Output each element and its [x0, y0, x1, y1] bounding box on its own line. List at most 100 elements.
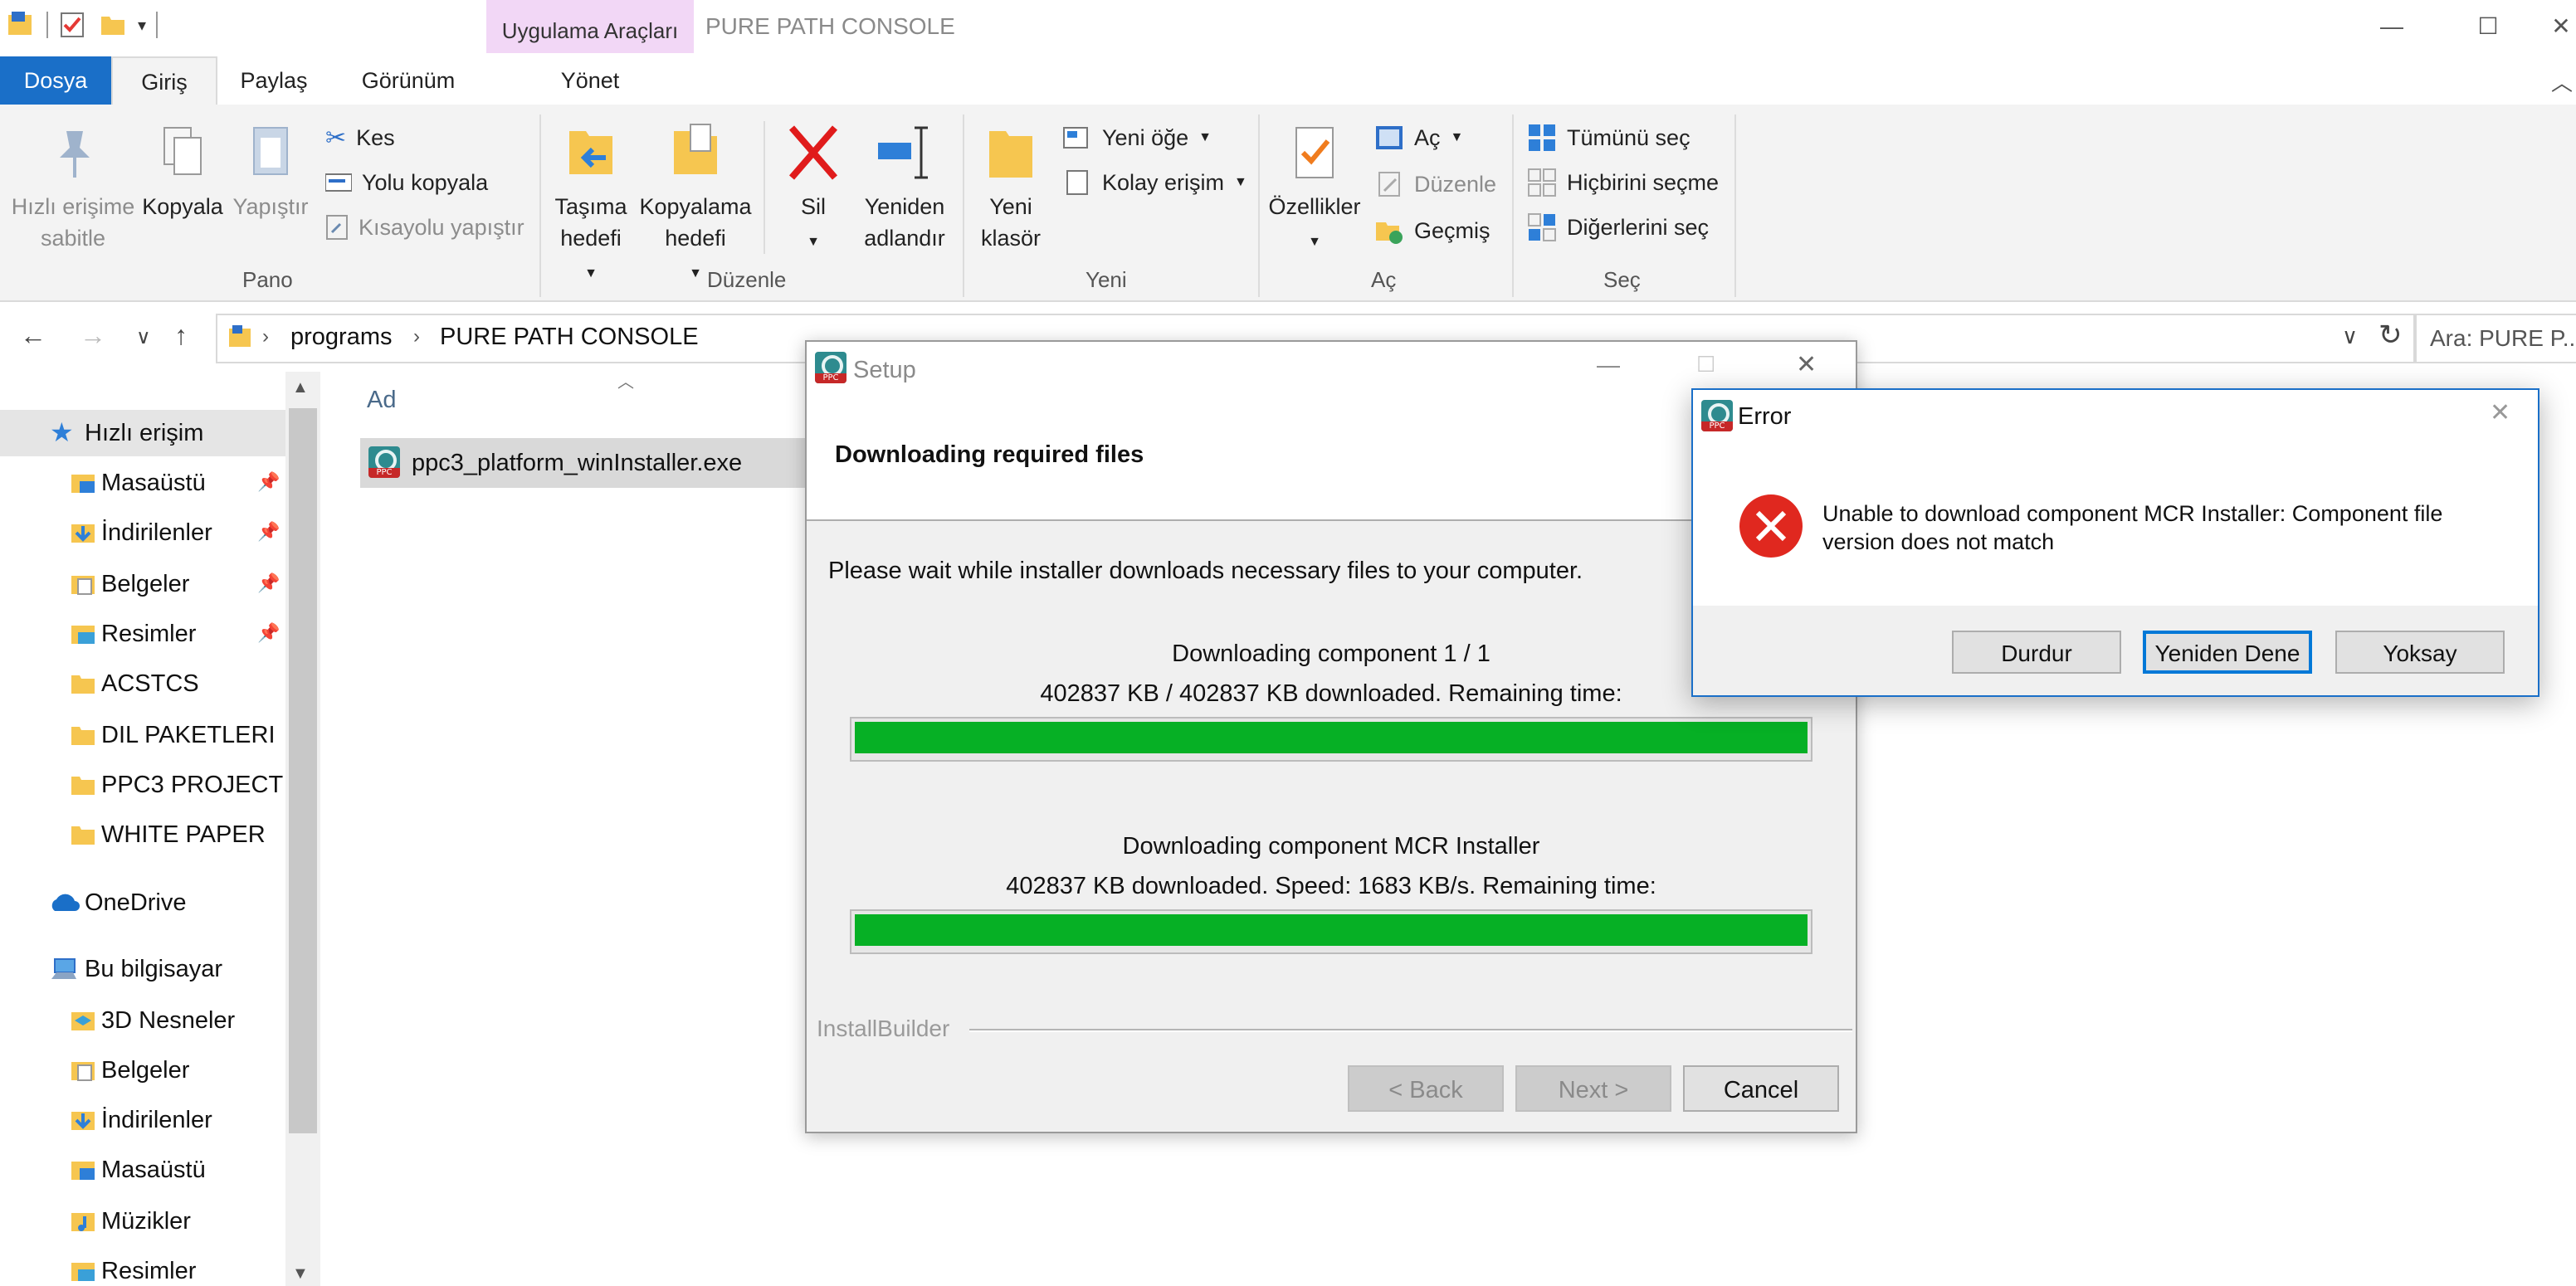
close-icon[interactable]: ✕: [2490, 398, 2510, 427]
maximize-button[interactable]: ☐: [2450, 7, 2526, 46]
paste-shortcut-button[interactable]: Kısayolu yapıştır: [325, 211, 524, 244]
nav-scrollbar[interactable]: ▲ ▼: [285, 372, 320, 1286]
documents-folder-icon: [71, 576, 95, 595]
tab-view[interactable]: Görünüm: [342, 56, 475, 105]
pin-icon: [60, 131, 90, 178]
new-folder-button[interactable]: Yeni klasör: [973, 121, 1049, 254]
minimize-button[interactable]: —: [2354, 7, 2430, 46]
nav-item-3d-objects[interactable]: 3D Nesneler: [0, 997, 285, 1044]
copy-button[interactable]: Kopyala: [139, 121, 226, 222]
scrollbar-thumb[interactable]: [289, 408, 317, 1133]
nav-label: PPC3 PROJECT: [101, 772, 284, 798]
nav-onedrive[interactable]: OneDrive: [0, 879, 285, 926]
new-folder-icon[interactable]: [98, 10, 128, 40]
nav-item-white-paper[interactable]: WHITE PAPER: [0, 811, 285, 858]
nav-quick-access[interactable]: ★ Hızlı erişim: [0, 410, 285, 456]
copy-path-button[interactable]: Yolu kopyala: [325, 166, 488, 199]
breadcrumb-current-folder[interactable]: PURE PATH CONSOLE: [440, 324, 699, 351]
file-explorer-window: ▾ Uygulama Araçları PURE PATH CONSOLE — …: [0, 0, 2576, 1286]
search-box[interactable]: Ara: PURE P...: [2415, 314, 2576, 363]
computer-icon: [51, 958, 76, 979]
scissors-icon: ✂: [325, 124, 347, 152]
nav-item-documents-pc[interactable]: Belgeler: [0, 1047, 285, 1094]
nav-label: Hızlı erişim: [85, 420, 204, 446]
properties-icon[interactable]: [58, 10, 88, 40]
copy-to-button[interactable]: Kopyalama hedefi ▼: [637, 121, 754, 290]
back-arrow-icon[interactable]: ←: [20, 320, 46, 351]
search-placeholder: Ara: PURE P...: [2430, 325, 2576, 351]
nav-item-documents[interactable]: Belgeler 📌: [0, 561, 285, 607]
nav-item-desktop-pc[interactable]: Masaüstü: [0, 1147, 285, 1193]
ignore-button[interactable]: Yoksay: [2335, 631, 2505, 674]
window-title: PURE PATH CONSOLE: [705, 13, 955, 39]
close-button[interactable]: ✕: [2546, 7, 2576, 46]
forward-arrow-icon[interactable]: →: [80, 320, 106, 351]
file-row[interactable]: ppc3_platform_winInstaller.exe: [360, 438, 817, 488]
nav-item-acstcs[interactable]: ACSTCS: [0, 660, 285, 707]
nav-item-music[interactable]: Müzikler: [0, 1198, 285, 1245]
customize-qat-icon[interactable]: ▾: [138, 15, 146, 36]
edit-button[interactable]: Düzenle: [1374, 168, 1496, 201]
paste-button[interactable]: Yapıştır: [229, 121, 312, 222]
error-message: Unable to download component MCR Install…: [1822, 501, 2443, 554]
close-icon[interactable]: ✕: [1796, 350, 1817, 379]
collapse-ribbon-icon[interactable]: ︿: [2551, 66, 2573, 97]
history-label: Geçmiş: [1414, 217, 1490, 243]
invert-selection-button[interactable]: Diğerlerini seç: [1527, 211, 1709, 244]
next-button[interactable]: Next >: [1515, 1065, 1671, 1112]
new-folder-label: Yeni klasör: [980, 194, 1042, 251]
tab-file[interactable]: Dosya: [0, 56, 111, 105]
pin-icon[interactable]: 📌: [257, 521, 280, 543]
minimize-icon[interactable]: —: [1597, 352, 1620, 378]
delete-button[interactable]: Sil ▼: [777, 121, 850, 258]
progress-bar-1: [850, 717, 1812, 762]
divider: [156, 12, 159, 38]
nav-this-pc[interactable]: Bu bilgisayar: [0, 946, 285, 992]
nav-item-dil-paketleri[interactable]: DIL PAKETLERI: [0, 712, 285, 758]
nav-item-ppc3-project[interactable]: PPC3 PROJECT: [0, 762, 285, 808]
address-dropdown-chevron-icon[interactable]: ∨: [2342, 324, 2358, 349]
invert-selection-label: Diğerlerini seç: [1567, 214, 1710, 240]
tab-share[interactable]: Paylaş: [226, 56, 322, 105]
abort-button[interactable]: Durdur: [1952, 631, 2121, 674]
back-button[interactable]: < Back: [1348, 1065, 1504, 1112]
scroll-down-icon[interactable]: ▼: [292, 1264, 309, 1284]
nav-item-desktop[interactable]: Masaüstü 📌: [0, 460, 285, 506]
recent-locations-chevron-icon[interactable]: ∨: [136, 325, 151, 349]
select-all-button[interactable]: Tümünü seç: [1527, 121, 1690, 154]
pin-icon[interactable]: 📌: [257, 471, 280, 493]
nav-item-pictures[interactable]: Resimler 📌: [0, 611, 285, 657]
breadcrumb-separator-icon: ›: [262, 325, 269, 348]
nav-label: Resimler: [101, 621, 197, 647]
up-arrow-icon[interactable]: ↑: [174, 320, 188, 351]
paste-shortcut-icon: [326, 215, 348, 240]
nav-item-downloads-pc[interactable]: İndirilenler: [0, 1097, 285, 1143]
new-item-button[interactable]: Yeni öğe ▼: [1062, 121, 1212, 154]
title-bar: ▾ Uygulama Araçları PURE PATH CONSOLE — …: [0, 0, 2576, 53]
explorer-folder-icon[interactable]: [7, 10, 37, 40]
move-to-button[interactable]: Taşıma hedefi ▼: [548, 121, 634, 290]
pin-icon[interactable]: 📌: [257, 622, 280, 644]
breadcrumb-programs[interactable]: programs: [290, 324, 393, 351]
cut-button[interactable]: ✂ Kes: [325, 121, 395, 154]
refresh-icon[interactable]: ↻: [2378, 319, 2403, 352]
ppc-app-icon: [815, 352, 846, 383]
pin-icon[interactable]: 📌: [257, 572, 280, 594]
pin-quick-access-button[interactable]: Hızlı erişime sabitle: [10, 121, 136, 254]
open-button[interactable]: Aç ▼: [1374, 121, 1463, 154]
nav-item-pictures-pc[interactable]: Resimler: [0, 1248, 285, 1286]
properties-button[interactable]: Özellikler ▼: [1265, 121, 1364, 258]
tab-home[interactable]: Giriş: [111, 56, 217, 108]
easy-access-button[interactable]: Kolay erişim ▼: [1062, 166, 1247, 199]
cancel-button[interactable]: Cancel: [1683, 1065, 1839, 1112]
retry-button[interactable]: Yeniden Dene: [2143, 631, 2312, 674]
divider: [1258, 114, 1260, 297]
select-none-button[interactable]: Hiçbirini seçme: [1527, 166, 1719, 199]
folder-icon: [71, 727, 95, 745]
rename-button[interactable]: Yeniden adlandır: [853, 121, 956, 254]
column-header-name[interactable]: Ad: [367, 387, 396, 414]
nav-item-downloads[interactable]: İndirilenler 📌: [0, 509, 285, 556]
history-button[interactable]: Geçmiş: [1374, 214, 1490, 247]
scroll-up-icon[interactable]: ▲: [292, 378, 309, 397]
tab-manage[interactable]: Yönet: [486, 56, 694, 105]
